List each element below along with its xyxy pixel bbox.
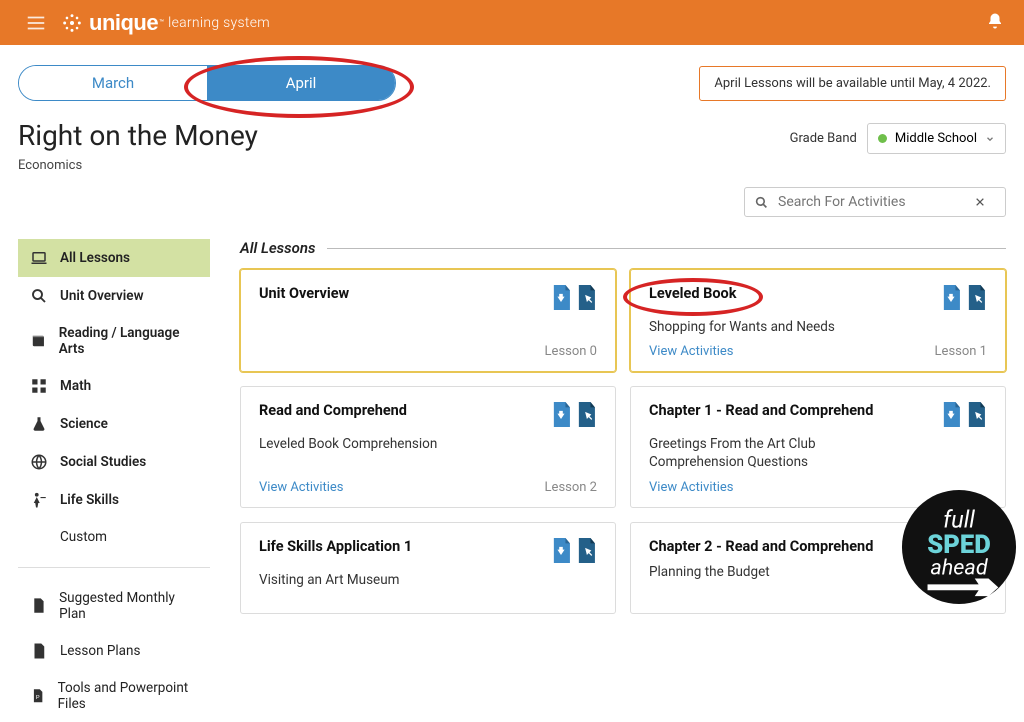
card-title: Chapter 1 - Read and Comprehend — [649, 402, 873, 419]
pdf-doc-icon[interactable] — [550, 538, 572, 563]
person-icon — [30, 491, 48, 509]
page-subtitle: Economics — [18, 158, 1006, 173]
section-title: All Lessons — [240, 239, 315, 257]
sidebar-item-monthly-plan[interactable]: Suggested Monthly Plan — [18, 580, 210, 632]
sidebar-item-label: Custom — [60, 529, 107, 545]
view-activities-link[interactable]: View Activities — [649, 344, 734, 359]
view-activities-link[interactable]: View Activities — [259, 480, 344, 495]
card-description: Visiting an Art Museum — [259, 571, 597, 589]
card-title: Life Skills Application 1 — [259, 538, 412, 555]
card-title: Read and Comprehend — [259, 402, 407, 419]
lesson-number: Lesson 1 — [935, 344, 987, 359]
full-sped-ahead-badge: full SPED ahead — [900, 488, 1018, 606]
sidebar-item-lesson-plans[interactable]: Lesson Plans — [18, 632, 210, 670]
brand-logo[interactable]: unique ™ learning system — [61, 10, 270, 36]
globe-icon — [30, 453, 48, 471]
card-title: Chapter 2 - Read and Comprehend — [649, 538, 873, 555]
grid-icon — [30, 377, 48, 395]
sidebar-item-label: Reading / Language Arts — [59, 325, 198, 357]
sidebar-item-all-lessons[interactable]: All Lessons — [18, 239, 210, 277]
sidebar-item-label: Unit Overview — [60, 288, 144, 304]
interactive-doc-icon[interactable] — [965, 402, 987, 427]
search-input[interactable] — [778, 194, 975, 210]
sidebar-item-social-studies[interactable]: Social Studies — [18, 443, 210, 481]
sidebar-item-math[interactable]: Math — [18, 367, 210, 405]
pdf-doc-icon[interactable] — [550, 285, 572, 310]
grade-band-label: Grade Band — [790, 131, 857, 146]
pdf-icon — [30, 642, 48, 660]
trademark: ™ — [159, 18, 164, 27]
card-title: Unit Overview — [259, 285, 349, 302]
flask-icon — [30, 415, 48, 433]
grade-band-value: Middle School — [895, 131, 977, 146]
page-title: Right on the Money — [18, 119, 258, 152]
sidebar-item-label: Suggested Monthly Plan — [59, 590, 198, 622]
bell-icon — [986, 12, 1004, 30]
interactive-doc-icon[interactable] — [575, 538, 597, 563]
sidebar-item-label: Tools and Powerpoint Files — [58, 680, 198, 712]
sidebar-item-label: Life Skills — [60, 492, 119, 508]
magnify-icon — [30, 287, 48, 305]
laptop-icon — [30, 249, 48, 267]
svg-text:ahead: ahead — [930, 556, 988, 581]
lesson-card[interactable]: Life Skills Application 1 Visiting an Ar… — [240, 522, 616, 614]
interactive-doc-icon[interactable] — [575, 285, 597, 310]
sidebar-item-life-skills[interactable]: Life Skills — [18, 481, 210, 519]
sidebar-item-label: All Lessons — [60, 250, 130, 266]
brand-name: unique — [89, 10, 158, 36]
sidebar-item-label: Science — [60, 416, 108, 432]
lesson-card[interactable]: Read and Comprehend Leveled Book Compreh… — [240, 386, 616, 507]
tab-march[interactable]: March — [19, 66, 207, 100]
sidebar-item-label: Social Studies — [60, 454, 146, 470]
sidebar-item-reading[interactable]: Reading / Language Arts — [18, 315, 210, 367]
lesson-number: Lesson 2 — [545, 480, 597, 495]
section-divider — [327, 248, 1006, 249]
card-title: Leveled Book — [649, 285, 736, 302]
pdf-doc-icon[interactable] — [940, 285, 962, 310]
lesson-cards: Unit Overview Lesson 0 Leveled Book — [240, 269, 1006, 614]
ppt-icon: P — [30, 687, 46, 705]
availability-note: April Lessons will be available until Ma… — [699, 66, 1006, 101]
interactive-doc-icon[interactable] — [965, 285, 987, 310]
sidebar-item-science[interactable]: Science — [18, 405, 210, 443]
interactive-doc-icon[interactable] — [575, 402, 597, 427]
grade-band-select[interactable]: Middle School — [867, 123, 1006, 154]
sidebar-item-unit-overview[interactable]: Unit Overview — [18, 277, 210, 315]
sidebar-item-tools[interactable]: P Tools and Powerpoint Files — [18, 670, 210, 722]
sidebar: All Lessons Unit Overview Reading / Lang… — [18, 239, 210, 722]
card-description: Leveled Book Comprehension — [259, 435, 597, 453]
logo-star-icon — [61, 12, 83, 34]
book-icon — [30, 332, 47, 350]
clear-search-icon[interactable] — [975, 197, 985, 207]
sidebar-divider — [18, 567, 210, 568]
notifications-button[interactable] — [986, 12, 1004, 34]
card-description: Greetings From the Art Club Comprehensio… — [649, 435, 987, 471]
sidebar-item-label: Lesson Plans — [60, 643, 140, 659]
pdf-doc-icon[interactable] — [940, 402, 962, 427]
brand-subtitle: learning system — [168, 15, 270, 31]
search-icon — [755, 196, 768, 209]
lesson-number: Lesson 0 — [545, 344, 597, 359]
month-tabs: March April — [18, 65, 396, 101]
menu-icon[interactable] — [25, 12, 47, 34]
card-description: Shopping for Wants and Needs — [649, 318, 987, 336]
search-box — [744, 187, 1006, 217]
svg-text:P: P — [36, 695, 40, 701]
pdf-icon — [30, 597, 47, 615]
grade-status-dot — [878, 134, 887, 143]
pdf-doc-icon[interactable] — [550, 402, 572, 427]
sidebar-item-label: Math — [60, 378, 91, 394]
view-activities-link[interactable]: View Activities — [649, 480, 734, 495]
chevron-down-icon — [985, 134, 995, 144]
tab-april[interactable]: April — [207, 66, 395, 100]
lesson-card[interactable]: Leveled Book Shopping for Wants and Need… — [630, 269, 1006, 372]
lesson-card[interactable]: Unit Overview Lesson 0 — [240, 269, 616, 372]
sidebar-item-custom[interactable]: Custom — [18, 519, 210, 555]
